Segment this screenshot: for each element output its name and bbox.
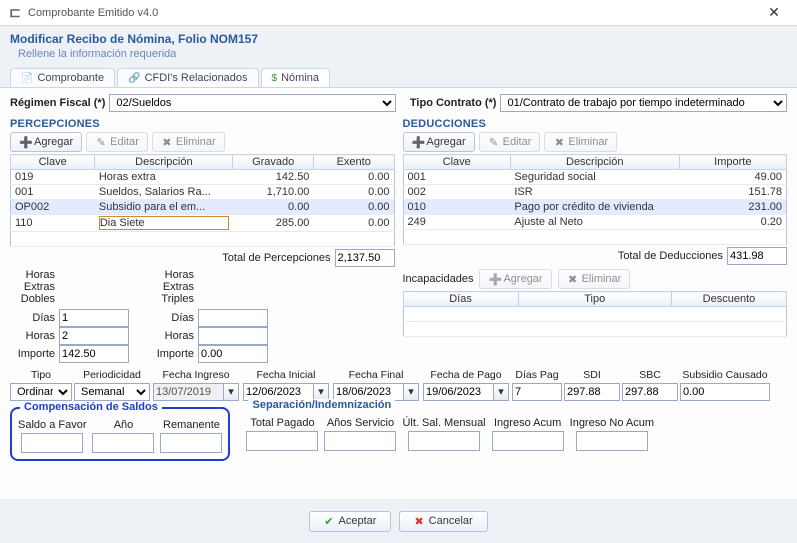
- col-importe[interactable]: Importe: [679, 155, 786, 170]
- chevron-down-icon[interactable]: ▾: [493, 383, 509, 401]
- page-title: Modificar Recibo de Nómina, Folio NOM157: [10, 32, 787, 46]
- col-desc[interactable]: Descripción: [95, 155, 233, 170]
- app-logo-icon: ⊏: [8, 6, 22, 20]
- chevron-down-icon[interactable]: ▾: [403, 383, 419, 401]
- cancelar-button[interactable]: ✖Cancelar: [399, 511, 487, 532]
- incap-eliminar-button[interactable]: ✖Eliminar: [558, 269, 631, 289]
- total-pagado-field[interactable]: [246, 431, 318, 451]
- tipo-contrato-label: Tipo Contrato (*): [410, 97, 497, 109]
- money-icon: $: [272, 73, 278, 84]
- col-gravado[interactable]: Gravado: [233, 155, 314, 170]
- table-row[interactable]: 001Sueldos, Salarios Ra...1,710.000.00: [11, 185, 395, 200]
- sbc-field[interactable]: [622, 383, 678, 401]
- compensacion-group: Compensación de Saldos Saldo a Favor Año…: [10, 407, 230, 461]
- delete-icon: ✖: [553, 136, 565, 149]
- edit-icon: ✎: [95, 136, 107, 149]
- check-icon: ✔: [324, 515, 333, 528]
- total-deducciones-label: Total de Deducciones: [618, 250, 723, 262]
- col-exento[interactable]: Exento: [313, 155, 394, 170]
- percepciones-table[interactable]: Clave Descripción Gravado Exento 019Hora…: [10, 154, 395, 247]
- remanente-field[interactable]: [160, 433, 222, 453]
- dobles-dias-field[interactable]: [59, 309, 129, 327]
- periodicidad-select[interactable]: Semanal: [74, 383, 150, 401]
- plus-icon: ➕: [412, 136, 424, 149]
- tab-comprobante[interactable]: 📄Comprobante: [10, 68, 115, 87]
- incap-agregar-button[interactable]: ➕Agregar: [479, 269, 551, 289]
- deducciones-editar-button[interactable]: ✎Editar: [479, 132, 541, 152]
- col-clave[interactable]: Clave: [11, 155, 95, 170]
- table-row[interactable]: 110Dia Siete285.000.00: [11, 215, 395, 232]
- anos-servicio-field[interactable]: [324, 431, 396, 451]
- percepciones-editar-button[interactable]: ✎Editar: [86, 132, 148, 152]
- separacion-group: Separación/Indemnización Total Pagado Añ…: [240, 407, 660, 461]
- close-icon[interactable]: ✕: [759, 4, 789, 21]
- doc-icon: 📄: [21, 73, 33, 84]
- ingreso-no-acum-field[interactable]: [576, 431, 648, 451]
- triples-importe-field[interactable]: [198, 345, 268, 363]
- table-row[interactable]: 001Seguridad social49.00: [403, 170, 787, 185]
- dias-pag-field[interactable]: [512, 383, 562, 401]
- tab-nomina[interactable]: $Nómina: [261, 68, 330, 87]
- incapacidades-table[interactable]: Días Tipo Descuento: [403, 291, 788, 337]
- tipo-contrato-select[interactable]: 01/Contrato de trabajo por tiempo indete…: [500, 94, 787, 112]
- plus-icon: ➕: [19, 136, 31, 149]
- col-clave[interactable]: Clave: [403, 155, 510, 170]
- table-row[interactable]: OP002Subsidio para el em...0.000.00: [11, 200, 395, 215]
- deducciones-table[interactable]: Clave Descripción Importe 001Seguridad s…: [403, 154, 788, 245]
- page-subtitle: Rellene la información requerida: [18, 48, 787, 60]
- tipo-select[interactable]: Ordinaria: [10, 383, 72, 401]
- cancel-icon: ✖: [414, 515, 423, 528]
- ingreso-acum-field[interactable]: [492, 431, 564, 451]
- edit-icon: ✎: [488, 136, 500, 149]
- tab-cfdis[interactable]: 🔗CFDI's Relacionados: [117, 68, 258, 87]
- plus-icon: ➕: [488, 273, 500, 286]
- total-deducciones-field[interactable]: [727, 247, 787, 265]
- triples-horas-field[interactable]: [198, 327, 268, 345]
- fecha-ingreso-field: [153, 383, 223, 401]
- dobles-horas-field[interactable]: [59, 327, 129, 345]
- regimen-select[interactable]: 02/Sueldos: [109, 94, 396, 112]
- ult-sal-mensual-field[interactable]: [408, 431, 480, 451]
- table-row[interactable]: 249Ajuste al Neto0.20: [403, 215, 787, 230]
- col-desc[interactable]: Descripción: [510, 155, 679, 170]
- regimen-label: Régimen Fiscal (*): [10, 97, 105, 109]
- percepciones-eliminar-button[interactable]: ✖Eliminar: [152, 132, 225, 152]
- ano-field[interactable]: [92, 433, 154, 453]
- fecha-pago-field[interactable]: [423, 383, 493, 401]
- percepciones-title: PERCEPCIONES: [10, 118, 395, 130]
- total-percepciones-label: Total de Percepciones: [222, 252, 330, 264]
- deducciones-eliminar-button[interactable]: ✖Eliminar: [544, 132, 617, 152]
- link-icon: 🔗: [128, 73, 140, 84]
- total-percepciones-field[interactable]: [335, 249, 395, 267]
- window-title: Comprobante Emitido v4.0: [28, 7, 759, 19]
- table-row[interactable]: 002ISR151.78: [403, 185, 787, 200]
- chevron-down-icon[interactable]: ▾: [223, 383, 239, 401]
- deducciones-agregar-button[interactable]: ➕Agregar: [403, 132, 475, 152]
- horas-dobles-title: Horas Extras Dobles: [10, 269, 55, 305]
- table-row[interactable]: 019Horas extra142.500.00: [11, 170, 395, 185]
- horas-triples-title: Horas Extras Triples: [149, 269, 194, 305]
- dobles-importe-field[interactable]: [59, 345, 129, 363]
- aceptar-button[interactable]: ✔Aceptar: [309, 511, 391, 532]
- delete-icon: ✖: [567, 273, 579, 286]
- deducciones-title: DEDUCCIONES: [403, 118, 788, 130]
- percepciones-agregar-button[interactable]: ➕Agregar: [10, 132, 82, 152]
- incapacidades-title: Incapacidades: [403, 273, 474, 285]
- sdi-field[interactable]: [564, 383, 620, 401]
- delete-icon: ✖: [161, 136, 173, 149]
- subsidio-field[interactable]: [680, 383, 770, 401]
- table-row[interactable]: 010Pago por crédito de vivienda231.00: [403, 200, 787, 215]
- desc-edit-cell[interactable]: Dia Siete: [99, 216, 229, 230]
- triples-dias-field[interactable]: [198, 309, 268, 327]
- saldo-favor-field[interactable]: [21, 433, 83, 453]
